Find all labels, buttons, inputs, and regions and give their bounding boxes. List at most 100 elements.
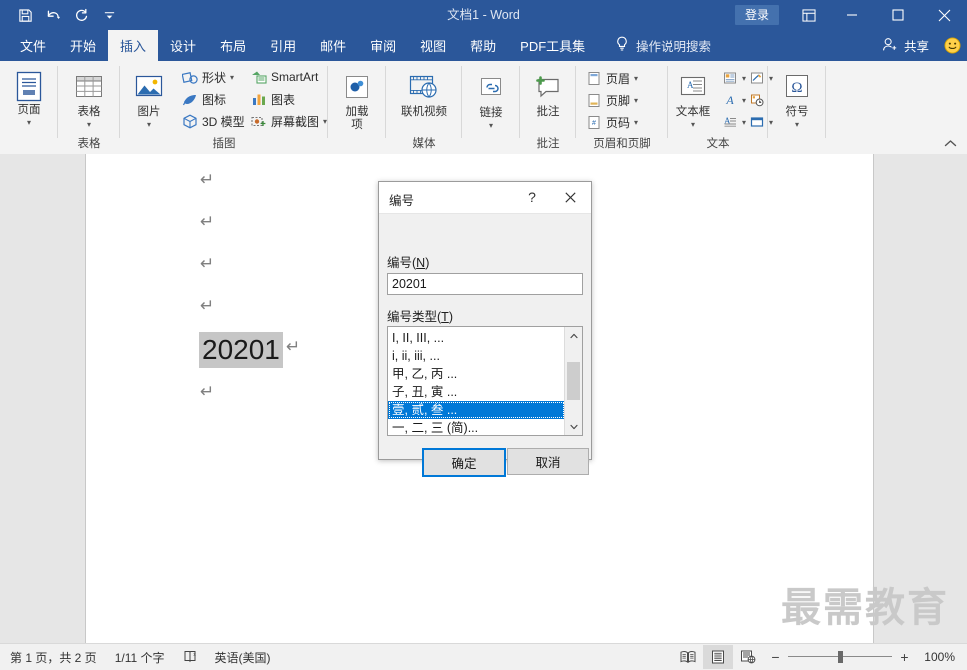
minimize-button[interactable] <box>829 0 875 30</box>
tab-home[interactable]: 开始 <box>58 30 108 61</box>
header-button[interactable]: 页眉 ▾ <box>582 67 641 89</box>
zoom-percent[interactable]: 100% <box>917 650 961 664</box>
tab-mailings[interactable]: 邮件 <box>308 30 358 61</box>
drop-cap-caret-icon[interactable]: ▾ <box>742 118 746 127</box>
zoom-in-button[interactable]: + <box>898 649 911 665</box>
language-indicator[interactable]: 英语(美国) <box>206 649 280 666</box>
scroll-down-icon[interactable] <box>565 418 582 435</box>
drop-cap-button[interactable]: A ▾ <box>720 111 747 133</box>
pages-caret-icon[interactable]: ▾ <box>27 118 31 127</box>
list-item[interactable]: 甲, 乙, 丙 ... <box>388 365 565 383</box>
tab-pdf-toolkit[interactable]: PDF工具集 <box>508 30 597 61</box>
model-3d-button[interactable]: 3D 模型 <box>178 110 248 132</box>
number-type-listbox[interactable]: I, II, III, ... i, ii, iii, ... 甲, 乙, 丙 … <box>387 326 583 436</box>
scroll-up-icon[interactable] <box>565 327 582 344</box>
word-count[interactable]: 1/11 个字 <box>106 649 174 666</box>
scrollbar-thumb[interactable] <box>567 362 580 400</box>
shapes-button[interactable]: 形状 ▾ <box>178 66 248 88</box>
collapse-ribbon-icon[interactable] <box>939 134 961 152</box>
help-icon[interactable]: ? <box>517 182 547 212</box>
link-caret-icon[interactable]: ▾ <box>489 121 493 130</box>
tab-file[interactable]: 文件 <box>8 30 58 61</box>
page-number-icon: # <box>585 114 602 131</box>
pages-button[interactable]: 页面 ▾ <box>6 63 52 127</box>
document-field-text[interactable]: 20201 <box>199 332 283 368</box>
table-button[interactable]: 表格 ▾ <box>64 65 114 129</box>
redo-icon[interactable] <box>68 3 94 27</box>
picture-icon <box>130 70 168 106</box>
pictures-button[interactable]: 图片 ▾ <box>125 65 173 129</box>
tell-me-box[interactable]: 操作说明搜索 <box>615 30 711 61</box>
feedback-smiley-icon[interactable] <box>937 37 967 54</box>
zoom-out-button[interactable]: − <box>769 649 782 665</box>
save-icon[interactable] <box>12 3 38 27</box>
screenshot-button[interactable]: 屏幕截图 ▾ <box>247 110 330 132</box>
addins-button[interactable]: 加载项 <box>333 65 381 132</box>
wordart-caret-icon[interactable]: ▾ <box>742 96 746 105</box>
footer-button[interactable]: 页脚 ▾ <box>582 89 641 111</box>
view-read-mode[interactable] <box>673 645 703 669</box>
ribbon-tab-strip: 文件 开始 插入 设计 布局 引用 邮件 审阅 视图 帮助 PDF工具集 操作说… <box>0 30 967 61</box>
maximize-button[interactable] <box>875 0 921 30</box>
list-item[interactable]: 子, 丑, 寅 ... <box>388 383 565 401</box>
ribbon-display-options-icon[interactable] <box>789 0 829 30</box>
number-input[interactable] <box>387 273 583 295</box>
list-item[interactable]: I, II, III, ... <box>388 329 565 347</box>
icons-button[interactable]: 图标 <box>178 88 248 110</box>
title-bar: 文档1 - Word 登录 <box>0 0 967 30</box>
tab-insert[interactable]: 插入 <box>108 30 159 61</box>
quick-parts-button[interactable]: ▾ <box>720 67 747 89</box>
tab-help[interactable]: 帮助 <box>458 30 508 61</box>
tab-review[interactable]: 审阅 <box>358 30 408 61</box>
share-button[interactable]: 共享 <box>874 36 937 55</box>
link-button[interactable]: 链接 ▾ <box>467 66 515 130</box>
page-number-button[interactable]: # 页码 ▾ <box>582 111 641 133</box>
sign-in-button[interactable]: 登录 <box>734 5 779 25</box>
number-field-label: 编号(N) <box>387 252 429 271</box>
smartart-button[interactable]: SmartArt <box>247 66 330 88</box>
ribbon: 页面 ▾ 表格 ▾ 表格 图片 ▾ 形状 ▾ 图标 3D 模型 SmartArt… <box>0 61 967 155</box>
undo-icon[interactable] <box>40 3 66 27</box>
omega-symbol-icon: Ω <box>778 70 816 106</box>
wordart-button[interactable]: A ▾ <box>720 89 747 111</box>
tab-layout[interactable]: 布局 <box>208 30 258 61</box>
tab-view[interactable]: 视图 <box>408 30 458 61</box>
proofing-status[interactable]: x <box>174 649 206 666</box>
symbol-button[interactable]: Ω 符号 ▾ <box>773 65 821 129</box>
list-item-selected[interactable]: 壹, 贰, 叁 ... <box>388 401 565 419</box>
dialog-close-icon[interactable] <box>551 182 589 212</box>
text-box-caret-icon[interactable]: ▾ <box>691 120 695 129</box>
shapes-caret-icon[interactable]: ▾ <box>230 73 234 82</box>
dialog-title-bar[interactable]: 编号 ? <box>379 182 591 214</box>
listbox-scrollbar[interactable] <box>564 327 582 435</box>
close-button[interactable] <box>921 0 967 30</box>
view-web-layout[interactable] <box>733 645 763 669</box>
view-print-layout[interactable] <box>703 645 733 669</box>
header-caret-icon[interactable]: ▾ <box>634 74 638 83</box>
zoom-slider[interactable] <box>788 651 892 663</box>
page-indicator[interactable]: 第 1 页，共 2 页 <box>0 649 106 666</box>
tab-references[interactable]: 引用 <box>258 30 308 61</box>
list-item[interactable]: 一, 二, 三 (简)... <box>388 419 565 435</box>
zoom-slider-thumb[interactable] <box>838 651 843 663</box>
chart-button[interactable]: 图表 <box>247 88 330 110</box>
pictures-caret-icon[interactable]: ▾ <box>147 120 151 129</box>
cancel-button[interactable]: 取消 <box>507 448 589 475</box>
comment-button[interactable]: 批注 <box>525 65 571 119</box>
footer-caret-icon[interactable]: ▾ <box>634 96 638 105</box>
symbol-caret-icon[interactable]: ▾ <box>795 120 799 129</box>
addins-button-label: 加载项 <box>345 106 369 131</box>
link-button-label: 链接 <box>479 107 503 119</box>
online-video-button[interactable]: 联机视频 <box>391 65 457 119</box>
datetime-button[interactable] <box>747 89 766 111</box>
page-number-caret-icon[interactable]: ▾ <box>634 118 638 127</box>
quick-parts-caret-icon[interactable]: ▾ <box>742 74 746 83</box>
svg-text:A: A <box>725 93 734 107</box>
list-item[interactable]: i, ii, iii, ... <box>388 347 565 365</box>
customize-qat-icon[interactable] <box>96 3 122 27</box>
tab-design[interactable]: 设计 <box>158 30 208 61</box>
ok-button[interactable]: 确定 <box>422 448 506 477</box>
page-number-label: 页码 <box>606 115 631 130</box>
text-box-button[interactable]: A 文本框 ▾ <box>670 65 716 129</box>
table-caret-icon[interactable]: ▾ <box>87 120 91 129</box>
